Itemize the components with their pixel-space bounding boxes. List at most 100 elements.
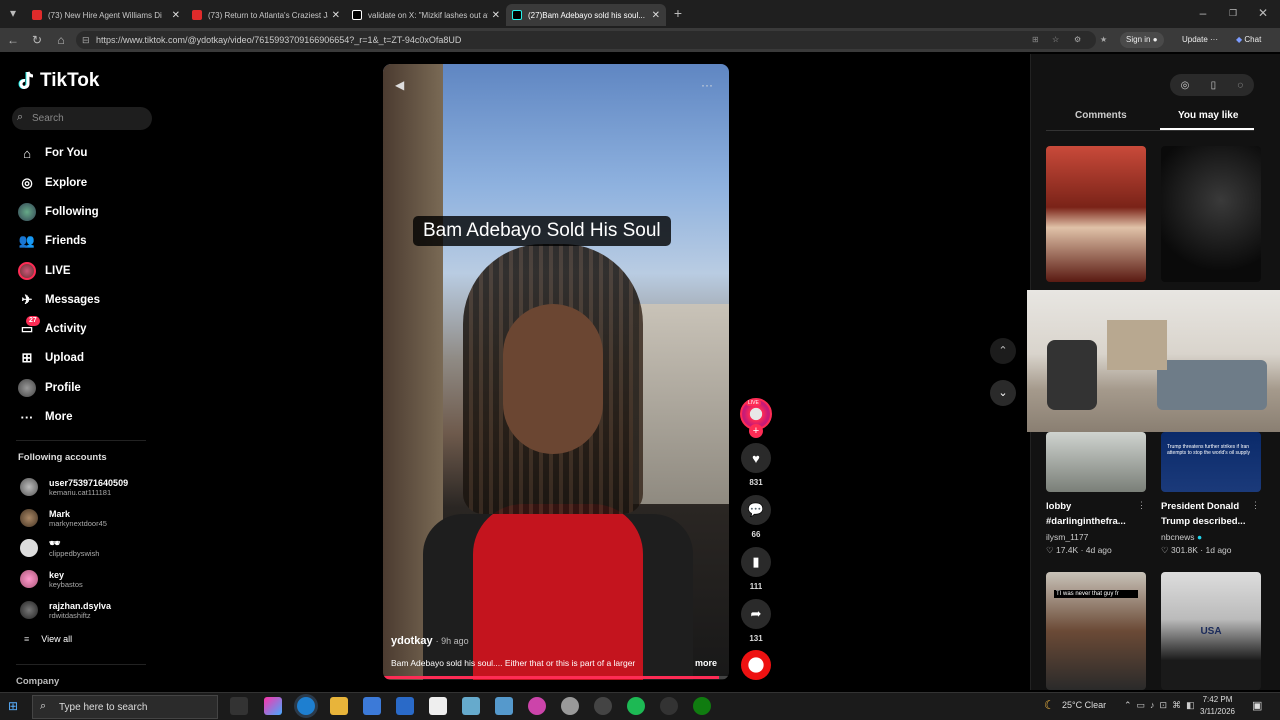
update-button[interactable]: Update ···	[1182, 32, 1218, 48]
close-icon[interactable]: ✕	[332, 10, 340, 21]
site-info-icon[interactable]: ⊟	[82, 35, 90, 46]
task-view-icon[interactable]	[230, 697, 248, 715]
share-button[interactable]: ➦ 131	[740, 599, 772, 643]
taskbar-search-input[interactable]: Type here to search	[32, 695, 218, 719]
save-button[interactable]: ▮ 111	[740, 547, 772, 591]
video-thumbnail[interactable]: TI was never that guy fr	[1046, 572, 1146, 690]
video-thumbnail[interactable]	[1046, 146, 1146, 282]
account-item[interactable]: user7539716405​09 kemariu.cat111181	[20, 474, 128, 500]
card-author[interactable]: ilysm_1177	[1046, 532, 1088, 542]
back-icon[interactable]: ←	[4, 31, 22, 49]
thumbnail-text: TI was never that guy fr	[1054, 590, 1138, 598]
window-close-icon[interactable]: ✕	[1254, 5, 1272, 21]
home-icon[interactable]: ⌂	[52, 31, 70, 49]
spotify-icon[interactable]	[627, 697, 645, 715]
video-thumbnail[interactable]: USA	[1161, 572, 1261, 690]
account-item[interactable]: key keybastos	[20, 566, 83, 592]
favorites-icon[interactable]: ★	[1100, 32, 1107, 48]
card-title[interactable]: President Donald Trump described...	[1161, 499, 1261, 529]
account-item[interactable]: rajzhan.dsylva rdwitdashiftz	[20, 597, 111, 623]
notepad-icon[interactable]	[429, 697, 447, 715]
close-icon[interactable]: ✕	[492, 10, 500, 21]
mail-icon[interactable]	[396, 697, 414, 715]
account-item[interactable]: Mark markynextdoor45	[20, 505, 107, 531]
list-icon: ≡	[24, 634, 30, 644]
comment-button[interactable]: 💬 66	[740, 495, 772, 539]
video-thumbnail[interactable]	[1046, 432, 1146, 492]
nav-friends[interactable]: 👥 Friends	[18, 230, 87, 252]
browser-tab-2[interactable]: (73) Return to Atlanta's Craziest Ja ✕	[186, 4, 346, 26]
store-icon[interactable]	[363, 697, 381, 715]
nav-more[interactable]: ··· More	[18, 406, 73, 428]
sign-in-button[interactable]: Sign in ●	[1120, 32, 1164, 48]
share-count: 131	[749, 634, 763, 643]
minimize-icon[interactable]: –	[1194, 5, 1212, 21]
app-available-icon[interactable]: ⊞	[1032, 32, 1039, 48]
file-explorer-icon[interactable]	[330, 697, 348, 715]
video-thumbnail[interactable]: Trump threatens further strikes if Iran …	[1161, 432, 1261, 492]
video-progress-bar[interactable]	[383, 676, 729, 679]
loading-avatar-icon[interactable]: ◌	[1237, 80, 1243, 91]
live-icon	[18, 262, 36, 280]
github-icon[interactable]	[594, 697, 612, 715]
refresh-icon[interactable]: ↻	[28, 31, 46, 49]
like-count: 831	[749, 478, 763, 487]
activity-badge: 27	[26, 316, 40, 326]
notifications-icon[interactable]: ▣	[1252, 699, 1262, 712]
volume-icon[interactable]: ◀	[395, 78, 404, 92]
browser-tab-3[interactable]: validate on X: "Mizkif lashes out at ✕	[346, 4, 506, 26]
previous-video-icon[interactable]: ⌃	[990, 338, 1016, 364]
app-icon[interactable]	[561, 697, 579, 715]
card-author[interactable]: nbcnews ●	[1161, 532, 1202, 542]
nav-live[interactable]: LIVE	[18, 260, 71, 282]
tiktok-logo[interactable]: TikTok	[18, 70, 99, 92]
copilot-chat-button[interactable]: ◆ Chat	[1236, 32, 1261, 48]
xbox-icon[interactable]	[693, 697, 711, 715]
app-icon[interactable]	[528, 697, 546, 715]
music-disc-icon[interactable]	[741, 650, 771, 680]
follow-plus-icon[interactable]: +	[749, 424, 763, 438]
video-author[interactable]: ydotkay · 9h ago	[391, 635, 469, 647]
close-icon[interactable]: ✕	[652, 10, 660, 21]
maximize-icon[interactable]: ❐	[1224, 5, 1242, 21]
company-link[interactable]: Company	[16, 676, 59, 687]
close-icon[interactable]: ✕	[172, 10, 180, 21]
extensions-icon[interactable]: ⚙	[1074, 32, 1081, 48]
nav-messages[interactable]: ✈ Messages	[18, 289, 100, 311]
search-input[interactable]: Search	[12, 107, 152, 130]
nav-upload[interactable]: ⊞ Upload	[18, 347, 84, 369]
nav-profile[interactable]: Profile	[18, 377, 81, 399]
nav-following[interactable]: Following	[18, 201, 99, 223]
nav-for-you[interactable]: ⌂ For You	[18, 142, 87, 164]
windows-start-icon[interactable]: ⊞	[8, 699, 18, 713]
nav-explore[interactable]: ◎ Explore	[18, 172, 87, 194]
description-more-button[interactable]: more	[695, 658, 717, 668]
app-icon[interactable]	[462, 697, 480, 715]
like-button[interactable]: ♥ 831	[740, 443, 772, 487]
video-thumbnail[interactable]	[1161, 146, 1261, 282]
account-item[interactable]: 🕶 clippedbyswish	[20, 535, 99, 561]
phone-icon[interactable]: ▯	[1211, 80, 1217, 91]
favorite-star-icon[interactable]: ☆	[1052, 32, 1059, 48]
compass-icon[interactable]: ◎	[1181, 80, 1190, 91]
system-tray-icons[interactable]: ⌃▭♪⊡⌘◧	[1124, 700, 1200, 711]
browser-tab-4[interactable]: (27)Bam Adebayo sold his soul... ✕	[506, 4, 666, 26]
video-player[interactable]: Bam Adebayo Sold His Soul ◀ ··· ydotkay …	[383, 64, 729, 680]
new-tab-icon[interactable]: +	[669, 5, 687, 21]
copilot-icon[interactable]	[264, 697, 282, 715]
address-bar[interactable]: https://www.tiktok.com/@ydotkay/video/76…	[76, 31, 1096, 49]
nav-activity[interactable]: ▭ 27 Activity	[18, 316, 87, 340]
browser-tab-1[interactable]: (73) New Hire Agent Williams Di ✕	[26, 4, 186, 26]
weather-text[interactable]: 25°C Clear	[1062, 700, 1106, 710]
video-more-icon[interactable]: ···	[701, 78, 713, 92]
next-video-icon[interactable]: ⌄	[990, 380, 1016, 406]
tab-actions-icon[interactable]: ▾	[4, 5, 22, 21]
tab-you-may-like[interactable]: You may like	[1178, 110, 1238, 121]
app-icon[interactable]	[660, 697, 678, 715]
tab-comments[interactable]: Comments	[1075, 110, 1127, 121]
clock[interactable]: 7:42 PM 3/11/2026	[1200, 694, 1235, 718]
app-icon[interactable]	[495, 697, 513, 715]
edge-icon[interactable]	[297, 697, 315, 715]
card-title[interactable]: lobby #darlinginthefra...	[1046, 499, 1146, 529]
view-all-link[interactable]: ≡ View all	[24, 634, 72, 644]
